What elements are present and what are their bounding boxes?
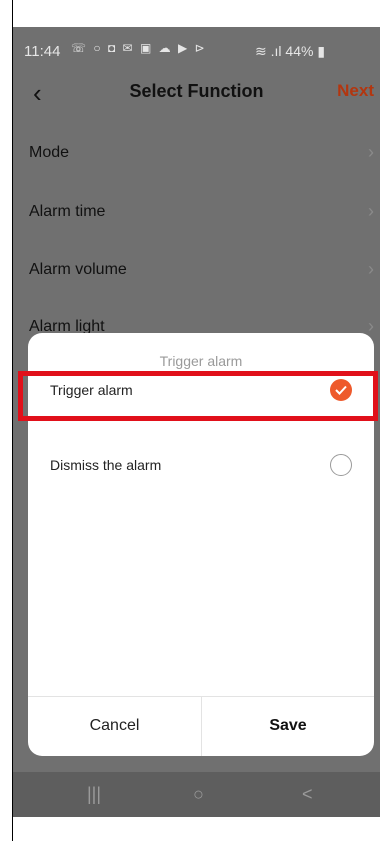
record-icon: ◘ bbox=[107, 41, 118, 55]
page-title: Select Function bbox=[129, 81, 264, 101]
option-dismiss-alarm[interactable]: Dismiss the alarm bbox=[28, 441, 374, 491]
menu-item-label: Alarm volume bbox=[29, 261, 127, 278]
next-button[interactable]: Next bbox=[337, 81, 374, 101]
chevron-right-icon: › bbox=[368, 201, 374, 221]
cloud-icon: ☁ bbox=[158, 41, 173, 55]
screenshot-frame: 11:44 ☏ ○ ◘ ✉ ▣ ☁ ▶ ⊳ ≋ .ıl 44% ▮ ‹ Sele… bbox=[0, 0, 380, 841]
system-nav-bar: ||| ○ < bbox=[13, 772, 380, 817]
status-time: 11:44 bbox=[24, 43, 61, 60]
home-icon[interactable]: ○ bbox=[193, 784, 204, 805]
wifi-icon: ≋ bbox=[255, 43, 267, 59]
highlight-box bbox=[18, 371, 378, 421]
circle-icon: ○ bbox=[93, 41, 103, 55]
menu-item-alarm-volume[interactable]: Alarm volume › bbox=[13, 243, 380, 301]
menu-item-label: Mode bbox=[29, 144, 70, 161]
chevron-right-icon: › bbox=[368, 259, 374, 279]
menu-item-mode[interactable]: Mode › bbox=[13, 126, 380, 184]
radio-empty-icon[interactable] bbox=[330, 454, 352, 476]
youtube-icon: ▶ bbox=[177, 41, 190, 55]
signal-icon: .ıl bbox=[270, 43, 282, 59]
mail-icon: ✉ bbox=[122, 41, 135, 55]
save-button[interactable]: Save bbox=[202, 696, 374, 756]
back-nav-icon[interactable]: < bbox=[302, 784, 313, 805]
recents-icon[interactable]: ||| bbox=[87, 784, 101, 805]
status-right: ≋ .ıl 44% ▮ bbox=[255, 43, 325, 60]
option-label: Dismiss the alarm bbox=[50, 457, 162, 473]
status-bar: 11:44 ☏ ○ ◘ ✉ ▣ ☁ ▶ ⊳ ≋ .ıl 44% ▮ bbox=[13, 27, 380, 67]
menu-item-label: Alarm time bbox=[29, 203, 106, 220]
top-navigation: ‹ Select Function Next bbox=[13, 72, 380, 118]
menu-item-alarm-time[interactable]: Alarm time › bbox=[13, 185, 380, 243]
battery-percent: 44% bbox=[285, 43, 314, 59]
play-store-icon: ⊳ bbox=[194, 41, 207, 55]
cancel-button[interactable]: Cancel bbox=[28, 696, 201, 756]
notification-icons: ☏ ○ ◘ ✉ ▣ ☁ ▶ ⊳ bbox=[71, 41, 207, 55]
image-icon: ▣ bbox=[139, 41, 154, 55]
phone-screen: 11:44 ☏ ○ ◘ ✉ ▣ ☁ ▶ ⊳ ≋ .ıl 44% ▮ ‹ Sele… bbox=[13, 27, 380, 817]
battery-icon: ▮ bbox=[317, 43, 326, 59]
phone-call-icon: ☏ bbox=[71, 41, 89, 55]
chevron-right-icon: › bbox=[368, 316, 374, 336]
chevron-right-icon: › bbox=[368, 142, 374, 162]
